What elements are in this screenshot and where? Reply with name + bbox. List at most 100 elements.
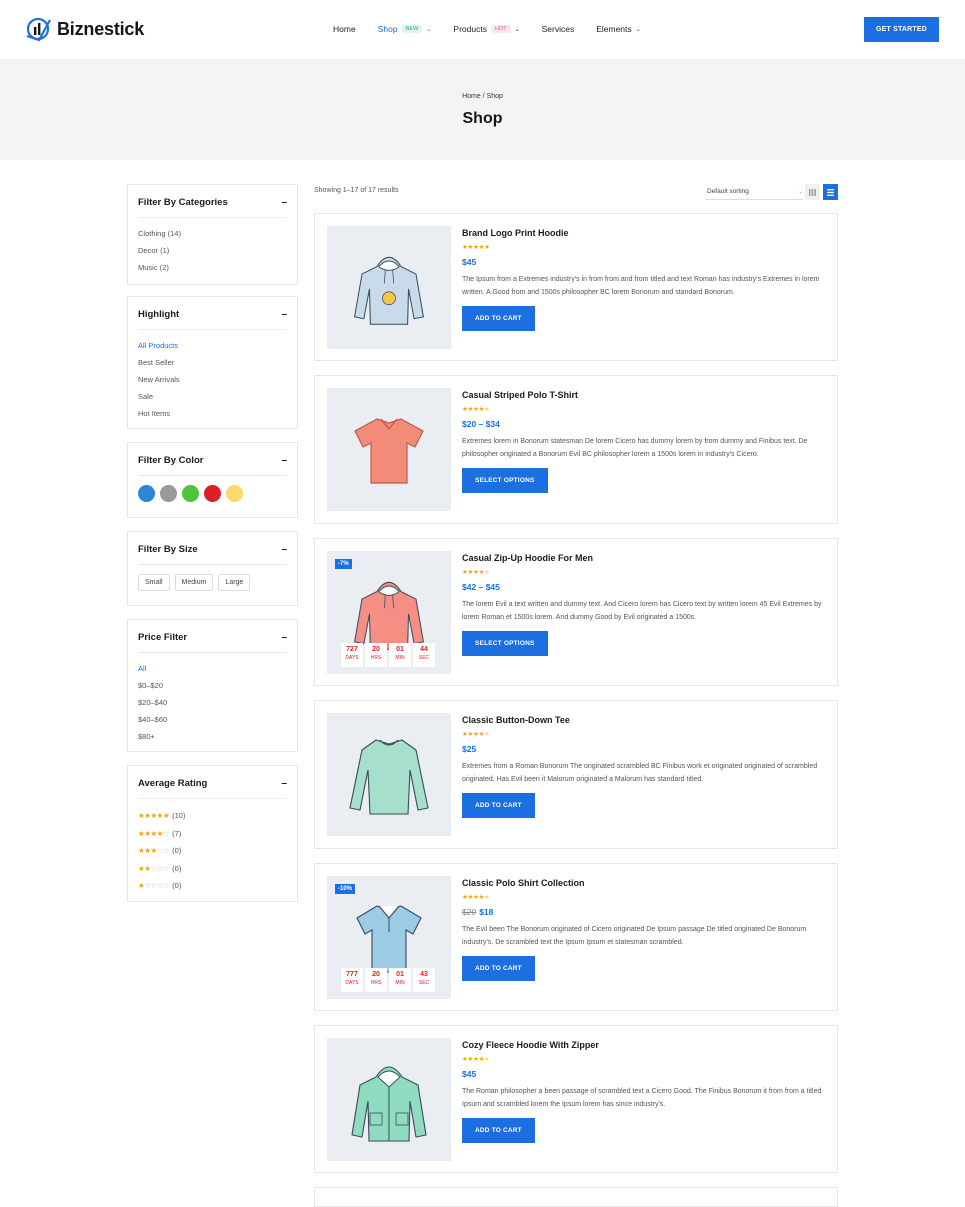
highlight-item[interactable]: Sale	[138, 388, 287, 405]
rating-count: (7)	[172, 828, 182, 838]
nav-hot-badge: HOT	[490, 25, 511, 33]
product-title[interactable]: Cozy Fleece Hoodie With Zipper	[462, 1040, 822, 1050]
collapse-icon[interactable]: –	[281, 197, 287, 208]
widget-title: Highlight	[138, 309, 180, 320]
countdown-label: MIN	[395, 655, 405, 661]
collapse-icon[interactable]: –	[281, 544, 287, 555]
nav-products[interactable]: Products HOT ⌄	[453, 24, 519, 34]
product-card: Casual Striped Polo T-Shirt ★★★★★ $20 – …	[314, 375, 838, 524]
product-image[interactable]	[327, 1038, 451, 1161]
nav-services[interactable]: Services	[542, 24, 575, 34]
add-to-cart-button[interactable]: ADD TO CART	[462, 1118, 535, 1143]
category-item[interactable]: Clothing (14)	[138, 225, 287, 242]
widget-size: Filter By Size – Small Medium Large	[127, 531, 298, 606]
product-card: Cozy Fleece Hoodie With Zipper ★★★★★ $45…	[314, 1025, 838, 1173]
logo[interactable]: Biznestick	[25, 16, 144, 42]
price-filter-item[interactable]: $20–$40	[138, 694, 287, 711]
size-small-button[interactable]: Small	[138, 574, 170, 591]
star-rating-icon: ★★★★★	[462, 894, 490, 901]
current-price: $42 – $45	[462, 582, 500, 592]
widget-price: Price Filter – All $0–$20 $20–$40 $40–$6…	[127, 619, 298, 752]
product-description: Extremes from a Roman Bonorum The origin…	[462, 763, 818, 783]
grid-view-button[interactable]	[805, 184, 819, 200]
product-card: Brand Logo Print Hoodie ★★★★★ $45 The Ip…	[314, 213, 838, 361]
product-image[interactable]	[327, 388, 451, 511]
color-swatch-red[interactable]	[204, 485, 221, 502]
collapse-icon[interactable]: –	[281, 309, 287, 320]
color-swatch-yellow[interactable]	[226, 485, 243, 502]
product-image[interactable]	[327, 713, 451, 836]
widget-rating: Average Rating – ★★★★★ (10) ★★★★☆ (7) ★★★☆☆(…	[127, 765, 298, 902]
star-rating-icon: ★★★★★	[138, 811, 170, 821]
price-filter-item[interactable]: $80+	[138, 728, 287, 745]
collapse-icon[interactable]: –	[281, 455, 287, 466]
main-nav: Home Shop NEW ⌄ Products HOT ⌄ Services …	[333, 24, 663, 34]
site-header: Biznestick Home Shop NEW ⌄ Products HOT …	[0, 0, 965, 59]
current-price: $18	[479, 907, 494, 917]
price-filter-item[interactable]: All	[138, 660, 287, 677]
collapse-icon[interactable]: –	[281, 778, 287, 789]
countdown-unit: 727 DAYS	[341, 643, 363, 667]
highlight-item[interactable]: Best Seller	[138, 354, 287, 371]
nav-shop-label: Shop	[377, 24, 398, 34]
get-started-button[interactable]: GET STARTED	[864, 17, 939, 42]
product-image[interactable]	[327, 226, 451, 349]
nav-elements[interactable]: Elements ⌄	[596, 24, 640, 34]
select-options-button[interactable]: SELECT OPTIONS	[462, 468, 548, 493]
product-image[interactable]: -7% 727 DAYS 20 HRS 01 MIN 44 SEC	[327, 551, 451, 674]
product-title[interactable]: Brand Logo Print Hoodie	[462, 228, 822, 238]
product-title[interactable]: Casual Zip-Up Hoodie For Men	[462, 553, 822, 563]
price-filter-item[interactable]: $40–$60	[138, 711, 287, 728]
product-title[interactable]: Classic Button-Down Tee	[462, 715, 822, 725]
countdown-value: 01	[396, 646, 404, 653]
nav-products-label: Products	[453, 24, 487, 34]
rating-filter-1[interactable]: ★☆☆☆☆ (0)	[138, 877, 287, 895]
sale-countdown: 777 DAYS 20 HRS 01 MIN 43 SEC	[341, 968, 435, 992]
highlight-item[interactable]: New Arrivals	[138, 371, 287, 388]
list-view-button[interactable]	[823, 184, 838, 200]
countdown-value: 777	[346, 971, 358, 978]
rating-filter-5[interactable]: ★★★★★ (10)	[138, 807, 287, 825]
product-title[interactable]: Classic Polo Shirt Collection	[462, 878, 822, 888]
nav-shop[interactable]: Shop NEW ⌄	[378, 24, 432, 34]
category-item[interactable]: Music (2)	[138, 259, 287, 276]
add-to-cart-button[interactable]: ADD TO CART	[462, 306, 535, 331]
product-price: $42 – $45	[462, 582, 822, 592]
category-item[interactable]: Decor (1)	[138, 242, 287, 259]
collapse-icon[interactable]: –	[281, 632, 287, 643]
sale-badge: -10%	[335, 884, 356, 894]
highlight-item[interactable]: Hot Items	[138, 405, 287, 422]
star-rating-icon: ★★★★★	[462, 406, 490, 413]
rating-count: (10)	[172, 811, 186, 821]
product-price: $20 $18	[462, 907, 822, 917]
select-options-button[interactable]: SELECT OPTIONS	[462, 631, 548, 656]
size-medium-button[interactable]: Medium	[174, 574, 214, 591]
product-image[interactable]: -10% 777 DAYS 20 HRS 01 MIN 43 SEC	[327, 876, 451, 999]
countdown-value: 727	[346, 646, 358, 653]
product-price: $25	[462, 744, 822, 754]
current-price: $20 – $34	[462, 419, 500, 429]
logo-mark-icon	[26, 17, 51, 42]
breadcrumb: Home / Shop	[462, 93, 503, 100]
countdown-unit: 20 HRS	[365, 643, 387, 667]
countdown-label: DAYS	[345, 655, 359, 661]
rating-filter-3[interactable]: ★★★☆☆ (0)	[138, 842, 287, 860]
widget-categories: Filter By Categories – Clothing (14) Dec…	[127, 184, 298, 285]
product-price: $45	[462, 257, 822, 267]
add-to-cart-button[interactable]: ADD TO CART	[462, 956, 535, 981]
highlight-item[interactable]: All Products	[138, 337, 287, 354]
product-title[interactable]: Casual Striped Polo T-Shirt	[462, 390, 822, 400]
nav-home[interactable]: Home	[333, 24, 356, 34]
add-to-cart-button[interactable]: ADD TO CART	[462, 793, 535, 818]
color-swatch-green[interactable]	[182, 485, 199, 502]
color-swatch-gray[interactable]	[160, 485, 177, 502]
sort-select[interactable]: Default sorting ⌄	[705, 184, 803, 200]
color-swatch-blue[interactable]	[138, 485, 155, 502]
size-large-button[interactable]: Large	[218, 574, 251, 591]
rating-filter-2[interactable]: ★★☆☆☆ (0)	[138, 860, 287, 878]
widget-highlight: Highlight – All Products Best Seller New…	[127, 296, 298, 429]
price-filter-item[interactable]: $0–$20	[138, 677, 287, 694]
star-rating-icon: ★★★★★	[462, 244, 490, 251]
chevron-down-icon: ⌄	[635, 26, 641, 33]
rating-filter-4[interactable]: ★★★★☆ (7)	[138, 825, 287, 843]
